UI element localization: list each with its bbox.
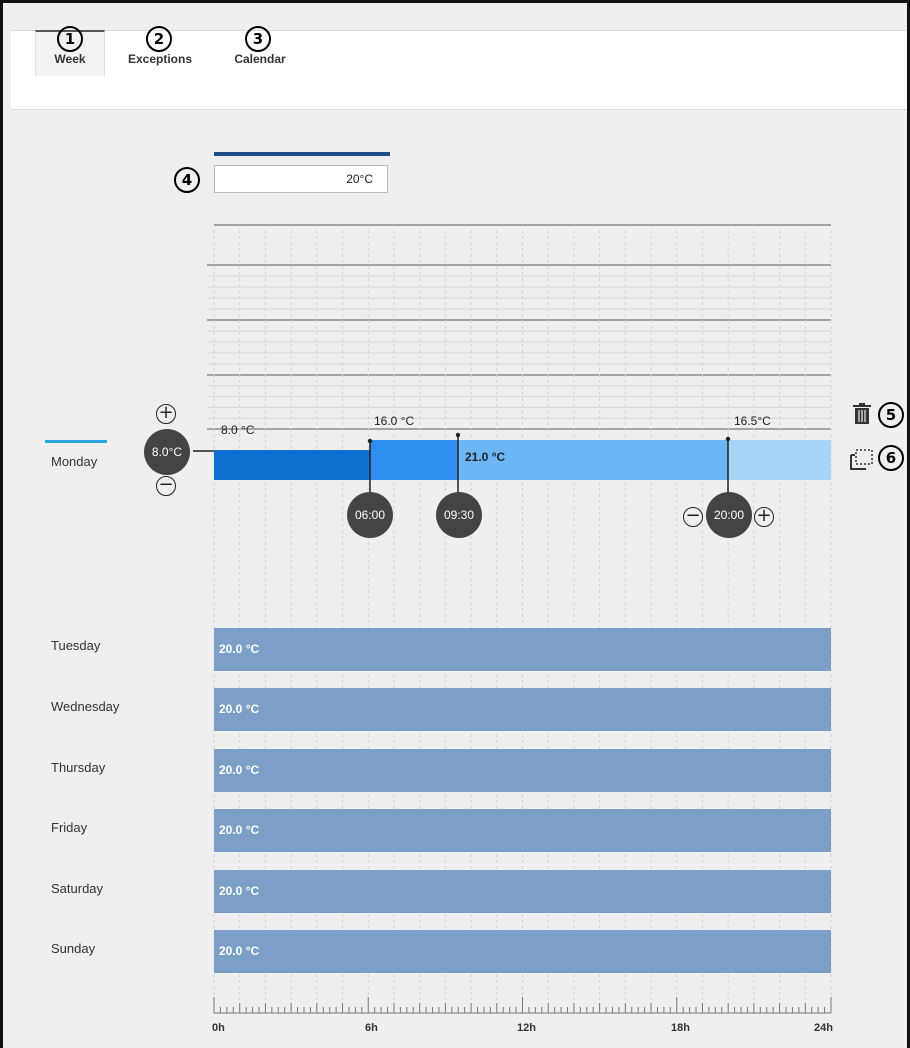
day-label-tuesday: Tuesday <box>51 638 101 653</box>
schedule-bar-saturday[interactable]: 20.0 °C <box>214 870 831 913</box>
schedule-bar-thursday[interactable]: 20.0 °C <box>214 749 831 792</box>
copy-icon[interactable] <box>850 448 876 472</box>
trash-icon[interactable] <box>852 403 872 425</box>
segment-label-2: 21.0 °C <box>465 450 506 464</box>
switch-time-0930[interactable]: 09:30 <box>436 492 482 538</box>
axis-label-0h: 0h <box>212 1022 225 1034</box>
callout-6: 6 <box>878 445 904 471</box>
axis-label-6h: 6h <box>365 1022 378 1034</box>
switch-time-2000[interactable]: 20:00 <box>706 492 752 538</box>
axis-label-24h: 24h <box>814 1022 833 1034</box>
day-label-sunday: Sunday <box>51 941 96 956</box>
schedule-bar-friday[interactable]: 20.0 °C <box>214 809 831 852</box>
day-label-thursday: Thursday <box>51 760 106 775</box>
segment-label-0: 8.0 °C <box>221 423 255 437</box>
schedule-bar-wednesday[interactable]: 20.0 °C <box>214 688 831 731</box>
axis-label-12h: 12h <box>517 1022 536 1034</box>
callout-5: 5 <box>878 402 904 428</box>
day-label-saturday: Saturday <box>51 881 104 896</box>
switch-time-0600[interactable]: 06:00 <box>347 492 393 538</box>
time-decrease-button[interactable]: − <box>683 507 703 527</box>
day-label-friday: Friday <box>51 820 88 835</box>
day-label-wednesday: Wednesday <box>51 699 120 714</box>
schedule-bar-tuesday[interactable]: 20.0 °C <box>214 628 831 671</box>
segment-label-1: 16.0 °C <box>374 414 415 428</box>
increase-temp-button[interactable]: + <box>156 404 176 424</box>
schedule-bar-sunday[interactable]: 20.0 °C <box>214 930 831 973</box>
segment-label-3: 16.5°C <box>734 414 771 428</box>
start-temp-knob[interactable]: 8.0°C <box>144 429 190 475</box>
time-increase-button[interactable]: + <box>754 507 774 527</box>
axis-label-18h: 18h <box>671 1022 690 1034</box>
decrease-temp-button[interactable]: − <box>156 476 176 496</box>
